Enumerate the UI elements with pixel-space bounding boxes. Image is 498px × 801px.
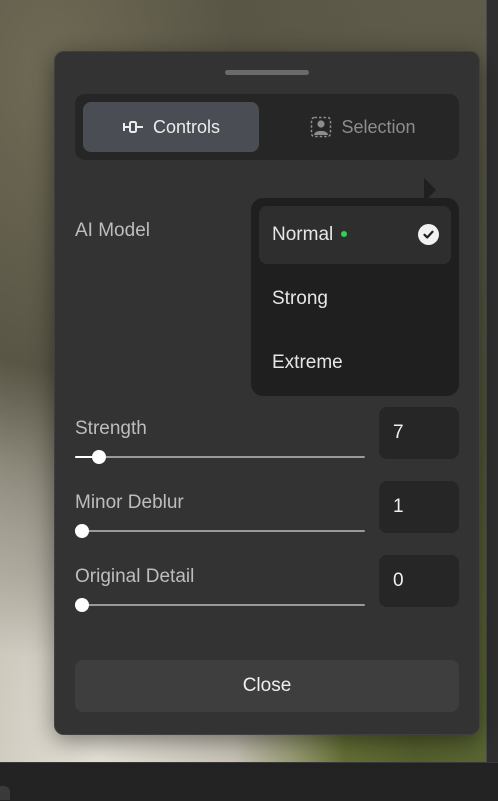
original-detail-label: Original Detail xyxy=(75,566,195,587)
ai-model-dropdown: Normal Strong Extreme xyxy=(251,198,459,396)
status-dot-icon xyxy=(341,231,348,237)
original-detail-value-input[interactable]: 0 xyxy=(379,555,459,607)
original-detail-control: Original Detail 0 xyxy=(75,555,459,636)
checkmark-icon xyxy=(418,224,439,245)
tab-selection[interactable]: Selection xyxy=(275,102,451,152)
minor-deblur-label: Minor Deblur xyxy=(75,492,184,513)
scrollbar-edge xyxy=(486,0,498,762)
enhance-controls-panel: Controls Selection AI Model Normal Stron… xyxy=(54,51,480,735)
minor-deblur-value-input[interactable]: 1 xyxy=(379,481,459,533)
bottom-toolbar-handle xyxy=(0,786,10,800)
dropdown-pointer xyxy=(424,178,436,202)
original-detail-slider-thumb[interactable] xyxy=(75,598,89,612)
tab-controls-label: Controls xyxy=(152,116,221,137)
original-detail-slider[interactable] xyxy=(75,598,365,612)
mode-tab-bar: Controls Selection xyxy=(75,94,459,160)
slider-toggle-icon xyxy=(122,121,143,133)
option-normal-label: Normal xyxy=(272,224,334,245)
strength-value-input[interactable]: 7 xyxy=(379,407,459,459)
strength-slider-thumb[interactable] xyxy=(91,450,106,464)
bottom-toolbar xyxy=(0,762,498,801)
option-normal[interactable]: Normal xyxy=(259,206,451,264)
drag-handle[interactable] xyxy=(225,70,309,75)
option-extreme-label: Extreme xyxy=(272,352,343,373)
option-strong-label: Strong xyxy=(272,288,328,309)
strength-control: Strength 7 xyxy=(75,407,459,488)
minor-deblur-slider-thumb[interactable] xyxy=(75,524,89,538)
minor-deblur-slider[interactable] xyxy=(75,524,365,538)
person-select-icon xyxy=(311,116,332,138)
option-extreme[interactable]: Extreme xyxy=(259,334,451,392)
strength-slider[interactable] xyxy=(75,450,365,464)
tab-controls[interactable]: Controls xyxy=(83,102,259,152)
strength-label: Strength xyxy=(75,418,147,439)
close-button[interactable]: Close xyxy=(75,660,459,712)
minor-deblur-control: Minor Deblur 1 xyxy=(75,481,459,562)
option-strong[interactable]: Strong xyxy=(259,270,451,328)
ai-model-label: AI Model xyxy=(75,220,150,241)
tab-selection-label: Selection xyxy=(341,116,416,137)
